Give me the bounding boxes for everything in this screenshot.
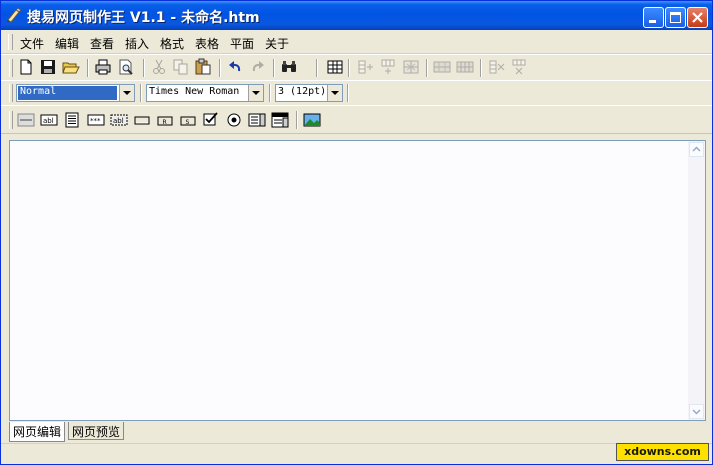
maximize-icon xyxy=(670,12,681,23)
menu-plane[interactable]: 平面 xyxy=(230,35,254,52)
font-size-select[interactable]: 3 (12pt) xyxy=(275,84,343,102)
delete-row-icon[interactable] xyxy=(510,58,528,76)
insert-column-icon[interactable] xyxy=(357,58,375,76)
menu-insert[interactable]: 插入 xyxy=(125,35,149,52)
insert-cell-icon[interactable] xyxy=(402,58,420,76)
new-icon[interactable] xyxy=(17,58,35,76)
watermark: xdowns.com xyxy=(616,443,709,461)
separator xyxy=(140,84,142,102)
merge-cells-icon[interactable] xyxy=(433,58,451,76)
menu-format[interactable]: 格式 xyxy=(160,35,184,52)
menu-grip[interactable] xyxy=(8,34,13,50)
close-button[interactable] xyxy=(687,7,708,28)
application-window: 搜易网页制作王 V1.1 - 未命名.htm 文件 编辑 查看 插入 格式 表格… xyxy=(0,0,713,465)
tab-preview[interactable]: 网页预览 xyxy=(68,422,125,440)
toolbar-grip[interactable] xyxy=(9,84,13,102)
separator xyxy=(296,111,298,129)
minimize-button[interactable] xyxy=(643,7,664,28)
separator xyxy=(219,59,221,77)
radio-button-icon[interactable] xyxy=(225,111,243,129)
text-field-icon[interactable]: abl xyxy=(40,111,58,129)
paragraph-style-select[interactable]: Normal xyxy=(16,84,135,102)
form-toolbar: abl *** abl R S xyxy=(1,105,712,134)
font-family-value: Times New Roman xyxy=(149,86,240,97)
listbox-icon[interactable] xyxy=(248,111,266,129)
paste-icon[interactable] xyxy=(194,58,212,76)
window-title: 搜易网页制作王 V1.1 - 未命名.htm xyxy=(27,10,260,26)
insert-row-icon[interactable] xyxy=(379,58,397,76)
menu-file[interactable]: 文件 xyxy=(20,35,44,52)
menu-view[interactable]: 查看 xyxy=(90,35,114,52)
menu-bar: 文件 编辑 查看 插入 格式 表格 平面 关于 xyxy=(1,31,712,54)
menu-table[interactable]: 表格 xyxy=(195,35,219,52)
font-family-select[interactable]: Times New Roman xyxy=(146,84,264,102)
chevron-down-icon[interactable] xyxy=(119,85,134,101)
separator xyxy=(143,59,145,77)
paragraph-style-value: Normal xyxy=(18,86,117,100)
checkbox-icon[interactable] xyxy=(202,111,220,129)
image-icon[interactable] xyxy=(303,111,321,129)
separator xyxy=(316,59,318,77)
find-icon[interactable] xyxy=(280,58,298,76)
separator xyxy=(269,84,271,102)
svg-text:S: S xyxy=(186,119,190,126)
menu-edit[interactable]: 编辑 xyxy=(55,35,79,52)
scroll-down-button[interactable] xyxy=(689,404,704,419)
svg-text:abl: abl xyxy=(113,117,124,125)
textarea-icon[interactable] xyxy=(63,111,81,129)
status-bar xyxy=(1,443,712,464)
chevron-up-icon xyxy=(692,146,701,152)
separator xyxy=(480,59,482,77)
hidden-field-icon[interactable]: abl xyxy=(110,111,128,129)
maximize-button[interactable] xyxy=(665,7,686,28)
view-tabs: 网页编辑 网页预览 xyxy=(9,422,706,442)
chevron-down-icon xyxy=(692,409,701,415)
app-icon[interactable] xyxy=(6,7,22,23)
toolbar-grip[interactable] xyxy=(9,59,13,77)
print-preview-icon[interactable] xyxy=(117,58,135,76)
tab-edit[interactable]: 网页编辑 xyxy=(9,422,66,442)
undo-icon[interactable] xyxy=(226,58,244,76)
save-icon[interactable] xyxy=(39,58,57,76)
format-toolbar: Normal Times New Roman 3 (12pt) xyxy=(1,80,712,106)
separator xyxy=(426,59,428,77)
password-field-icon[interactable]: *** xyxy=(87,111,105,129)
redo-icon[interactable] xyxy=(249,58,267,76)
dropdown-icon[interactable] xyxy=(271,111,289,129)
print-icon[interactable] xyxy=(94,58,112,76)
font-size-value: 3 (12pt) xyxy=(278,86,327,97)
insert-table-icon[interactable] xyxy=(326,58,344,76)
separator xyxy=(273,59,275,77)
cut-icon[interactable] xyxy=(150,58,168,76)
horizontal-line-icon[interactable] xyxy=(17,111,35,129)
editor-area[interactable] xyxy=(9,140,706,421)
svg-text:abl: abl xyxy=(43,117,54,125)
chevron-down-icon[interactable] xyxy=(248,85,263,101)
toolbar-grip[interactable] xyxy=(9,111,13,129)
copy-icon[interactable] xyxy=(172,58,190,76)
separator xyxy=(348,59,350,77)
menu-about[interactable]: 关于 xyxy=(265,35,289,52)
separator xyxy=(87,59,89,77)
chevron-down-icon[interactable] xyxy=(327,85,342,101)
title-bar[interactable]: 搜易网页制作王 V1.1 - 未命名.htm xyxy=(1,1,712,30)
separator xyxy=(347,84,349,102)
vertical-scrollbar[interactable] xyxy=(688,141,705,420)
scroll-up-button[interactable] xyxy=(689,142,704,157)
svg-text:***: *** xyxy=(90,117,101,125)
open-icon[interactable] xyxy=(62,58,80,76)
minimize-icon xyxy=(649,20,656,23)
svg-text:R: R xyxy=(163,119,167,126)
button-icon[interactable] xyxy=(133,111,151,129)
delete-column-icon[interactable] xyxy=(488,58,506,76)
standard-toolbar xyxy=(1,54,712,81)
submit-button-icon[interactable]: S xyxy=(179,111,197,129)
close-icon xyxy=(692,12,703,23)
split-cells-icon[interactable] xyxy=(456,58,474,76)
reset-button-icon[interactable]: R xyxy=(156,111,174,129)
